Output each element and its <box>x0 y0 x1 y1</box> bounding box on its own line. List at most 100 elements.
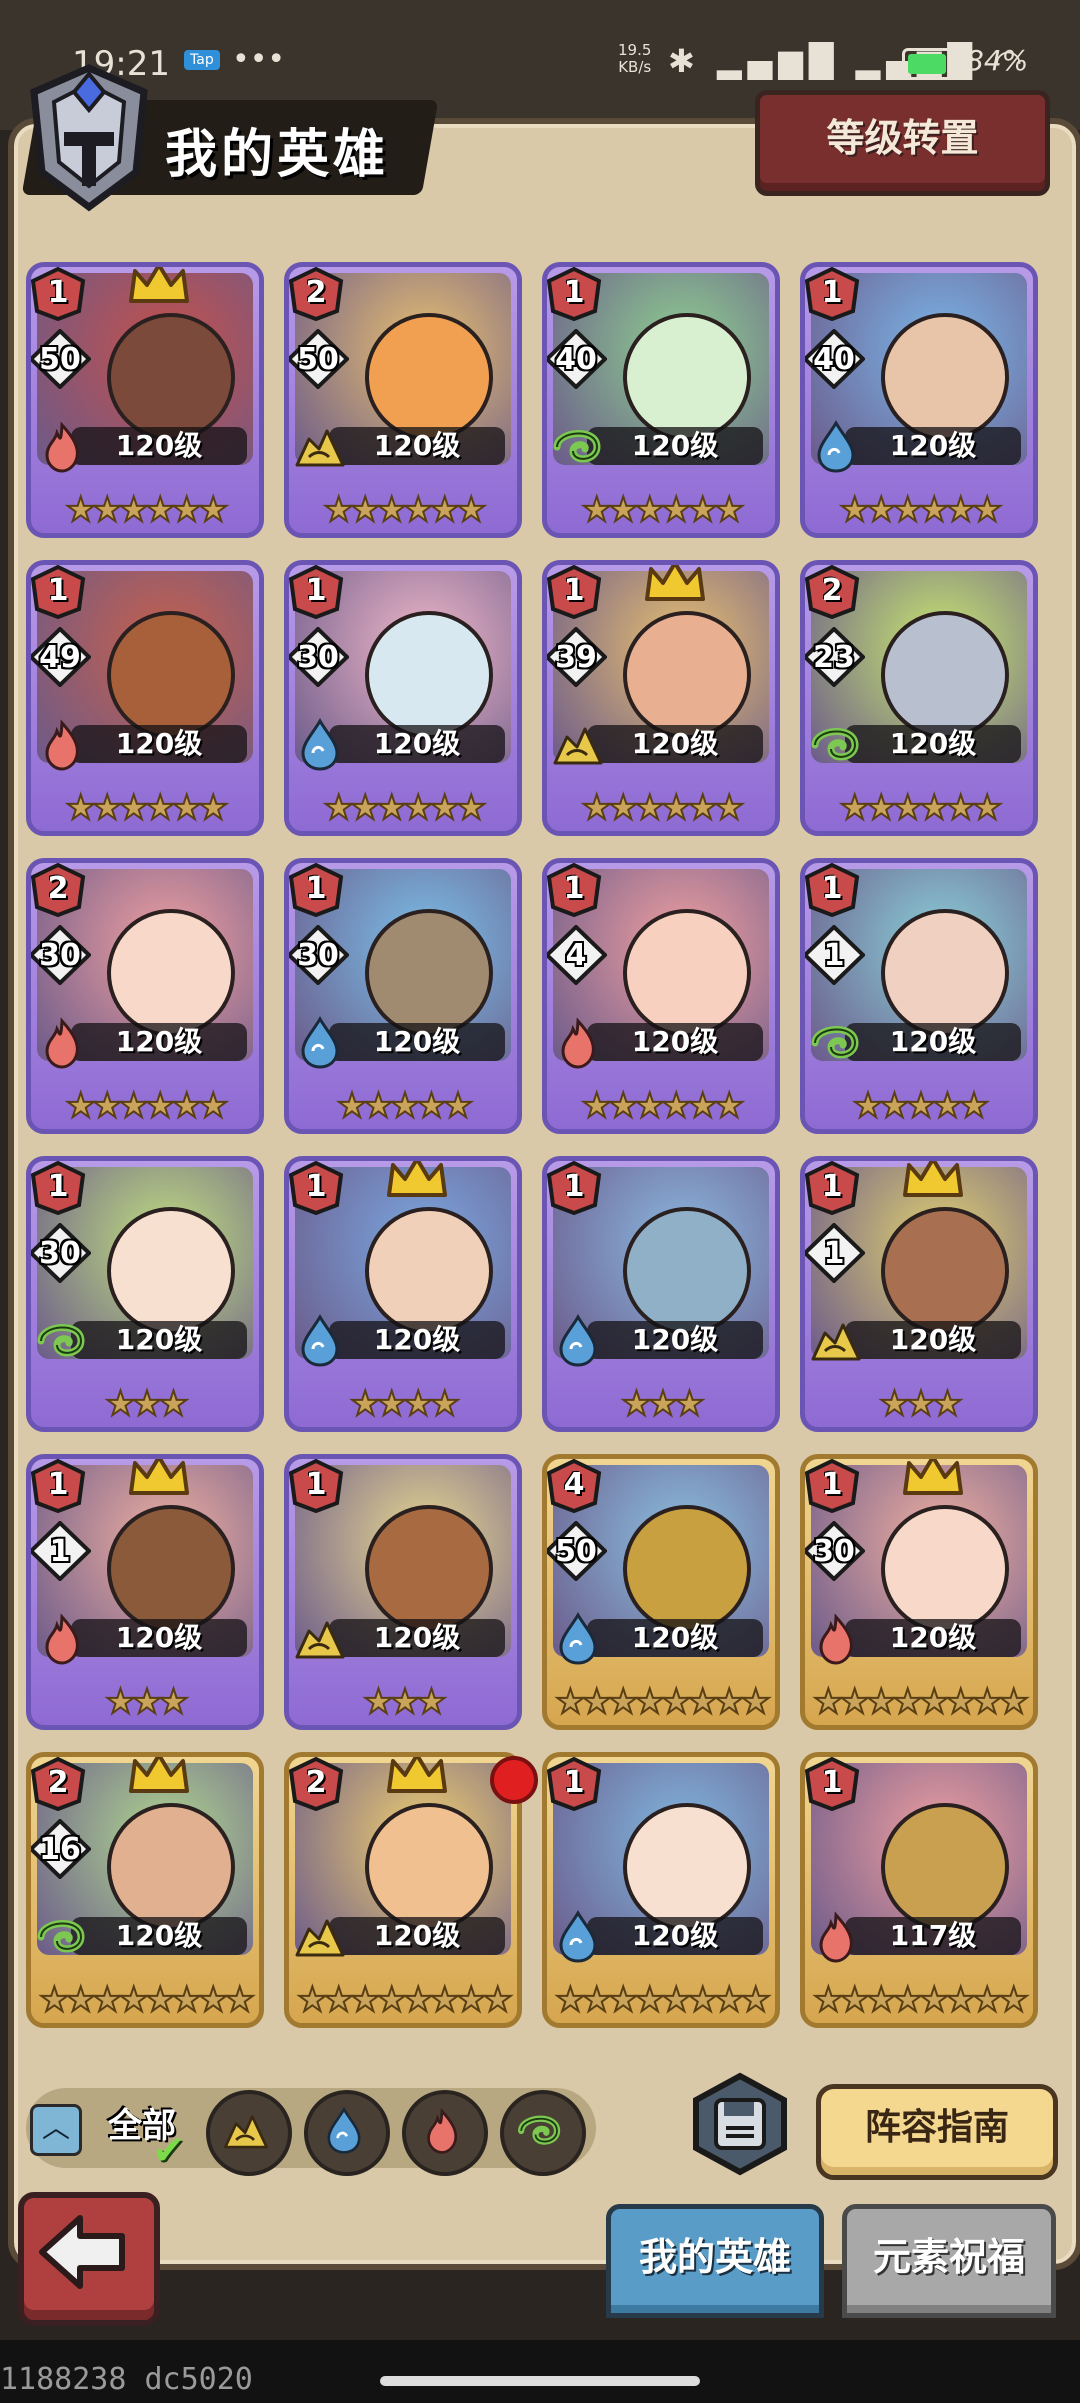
hero-card[interactable]: 1 120级 ★★★ <box>284 1454 522 1730</box>
star-level-badge: 23 <box>805 626 866 688</box>
hero-level: 120级 <box>631 429 719 462</box>
stars-text: ★★★★★★ <box>65 490 230 530</box>
filter-wind-chip[interactable] <box>500 2090 586 2176</box>
filter-earth-chip[interactable] <box>206 2090 292 2176</box>
star-level-badge: 49 <box>31 626 92 688</box>
rank-badge: 1 <box>31 267 87 321</box>
hero-level: 120级 <box>115 1919 203 1952</box>
stars-text: ★★★★★★ <box>839 788 1004 828</box>
hero-card[interactable]: 1 4 120级 ★★★★★★ <box>542 858 780 1134</box>
tab-element-blessing[interactable]: 元素祝福 <box>842 2204 1056 2318</box>
hero-card[interactable]: 1 120级 ★★★ <box>542 1156 780 1432</box>
hero-level: 120级 <box>115 429 203 462</box>
rank-badge: 1 <box>547 863 603 917</box>
hero-card[interactable]: 2 16 120级 ★★★★★★★★ <box>26 1752 264 2028</box>
hero-level: 120级 <box>373 1323 461 1356</box>
collapse-button[interactable]: ︿ <box>30 2104 82 2156</box>
star-level-number: 30 <box>813 1534 855 1569</box>
hero-card[interactable]: 1 30 120级 ★★★★★ <box>284 858 522 1134</box>
hero-level-strip: 120级 <box>845 1023 1021 1061</box>
hero-card[interactable]: 1 40 120级 ★★★★★★ <box>800 262 1038 538</box>
filter-fire-chip[interactable] <box>402 2090 488 2176</box>
hero-card[interactable]: 1 120级 ★★★★★★★★ <box>542 1752 780 2028</box>
filter-water-chip[interactable] <box>304 2090 390 2176</box>
hero-stars: ★★★ <box>805 1384 1033 1424</box>
star-level-number: 1 <box>823 938 845 973</box>
water-element-icon <box>549 1907 607 1965</box>
hero-face <box>365 1803 493 1931</box>
wind-element-icon <box>807 1013 865 1071</box>
lineup-guide-button[interactable]: 阵容指南 <box>816 2084 1058 2180</box>
rank-badge: 1 <box>805 1459 861 1513</box>
hero-card[interactable]: 1 1 120级 ★★★★★ <box>800 858 1038 1134</box>
star-level-number: 30 <box>39 1236 81 1271</box>
star-level-badge: 50 <box>31 328 92 390</box>
hero-card[interactable]: 1 117级 ★★★★★★★★ <box>800 1752 1038 2028</box>
net-speed-value: 19.5 <box>618 41 652 59</box>
fire-element-icon <box>33 417 91 475</box>
rank-number: 1 <box>47 275 69 310</box>
hero-stars: ★★★★★★ <box>805 788 1033 828</box>
star-level-badge: 4 <box>547 924 608 986</box>
star-level-badge: 1 <box>805 924 866 986</box>
hero-card[interactable]: 1 50 120级 ★★★★★★ <box>26 262 264 538</box>
earth-element-icon <box>549 715 607 773</box>
rank-badge: 1 <box>289 1459 345 1513</box>
hero-stars: ★★★★★★★★ <box>805 1682 1033 1722</box>
stars-text: ★★★ <box>620 1384 705 1424</box>
stars-text: ★★★★★★★★ <box>296 1980 514 2020</box>
hero-card[interactable]: 1 40 120级 ★★★★★★ <box>542 262 780 538</box>
hero-card[interactable]: 2 120级 ★★★★★★★★ <box>284 1752 522 2028</box>
battery-percent: 84% <box>966 44 1029 77</box>
stars-text: ★★★★★★★★ <box>554 1682 772 1722</box>
hero-card[interactable]: 1 39 120级 ★★★★★★ <box>542 560 780 836</box>
hero-card[interactable]: 4 50 120级 ★★★★★★★★ <box>542 1454 780 1730</box>
stars-text: ★★★★★★ <box>581 788 746 828</box>
hero-face <box>623 909 751 1037</box>
hero-card[interactable]: 1 30 120级 ★★★★★★ <box>284 560 522 836</box>
hero-card[interactable]: 1 120级 ★★★★ <box>284 1156 522 1432</box>
rank-number: 1 <box>821 1467 843 1502</box>
hero-card[interactable]: 1 49 120级 ★★★★★★ <box>26 560 264 836</box>
hero-card[interactable]: 1 30 120级 ★★★ <box>26 1156 264 1432</box>
stars-text: ★★★★ <box>349 1384 461 1424</box>
hero-level-strip: 120级 <box>845 1619 1021 1657</box>
hero-card[interactable]: 1 1 120级 ★★★ <box>26 1454 264 1730</box>
hero-stars: ★★★ <box>289 1684 517 1720</box>
hero-card[interactable]: 1 30 120级 ★★★★★★★★ <box>800 1454 1038 1730</box>
hero-card[interactable]: 2 30 120级 ★★★★★★ <box>26 858 264 1134</box>
earth-element-icon <box>220 2104 272 2160</box>
crown-icon <box>387 1161 447 1197</box>
hero-card[interactable]: 2 50 120级 ★★★★★★ <box>284 262 522 538</box>
level-transfer-button[interactable]: 等级转置 <box>755 90 1050 196</box>
hero-card[interactable]: 1 1 120级 ★★★ <box>800 1156 1038 1432</box>
hero-face <box>623 1803 751 1931</box>
water-element-icon <box>807 417 865 475</box>
hero-stars: ★★★ <box>547 1384 775 1424</box>
water-element-icon <box>318 2104 370 2160</box>
tab-my-heroes[interactable]: 我的英雄 <box>606 2204 824 2318</box>
chevron-up-icon: ︿ <box>41 2111 70 2144</box>
star-level-number: 23 <box>813 640 855 675</box>
back-button[interactable] <box>18 2192 160 2326</box>
rank-number: 1 <box>47 1169 69 1204</box>
app-badge-icon: Tap <box>184 50 220 70</box>
hero-level-strip: 120级 <box>71 1619 247 1657</box>
hero-level-strip: 120级 <box>587 1023 763 1061</box>
hero-face <box>623 1505 751 1633</box>
star-level-badge: 30 <box>31 1222 92 1284</box>
hero-card[interactable]: 2 23 120级 ★★★★★★ <box>800 560 1038 836</box>
star-level-number: 40 <box>555 342 597 377</box>
stars-text: ★★★★★★★★ <box>812 1682 1030 1722</box>
back-arrow-icon <box>39 2215 125 2289</box>
star-level-number: 30 <box>39 938 81 973</box>
rank-number: 2 <box>305 275 327 310</box>
save-lineup-button[interactable] <box>688 2072 792 2176</box>
hero-stars: ★★★★★★★★ <box>547 1982 775 2018</box>
crown-icon <box>129 267 189 303</box>
earth-element-icon <box>291 1907 349 1965</box>
hero-face <box>881 1803 1009 1931</box>
stars-text: ★★★ <box>878 1384 963 1424</box>
stars-text: ★★★★★★ <box>839 490 1004 530</box>
home-indicator[interactable] <box>380 2376 700 2386</box>
